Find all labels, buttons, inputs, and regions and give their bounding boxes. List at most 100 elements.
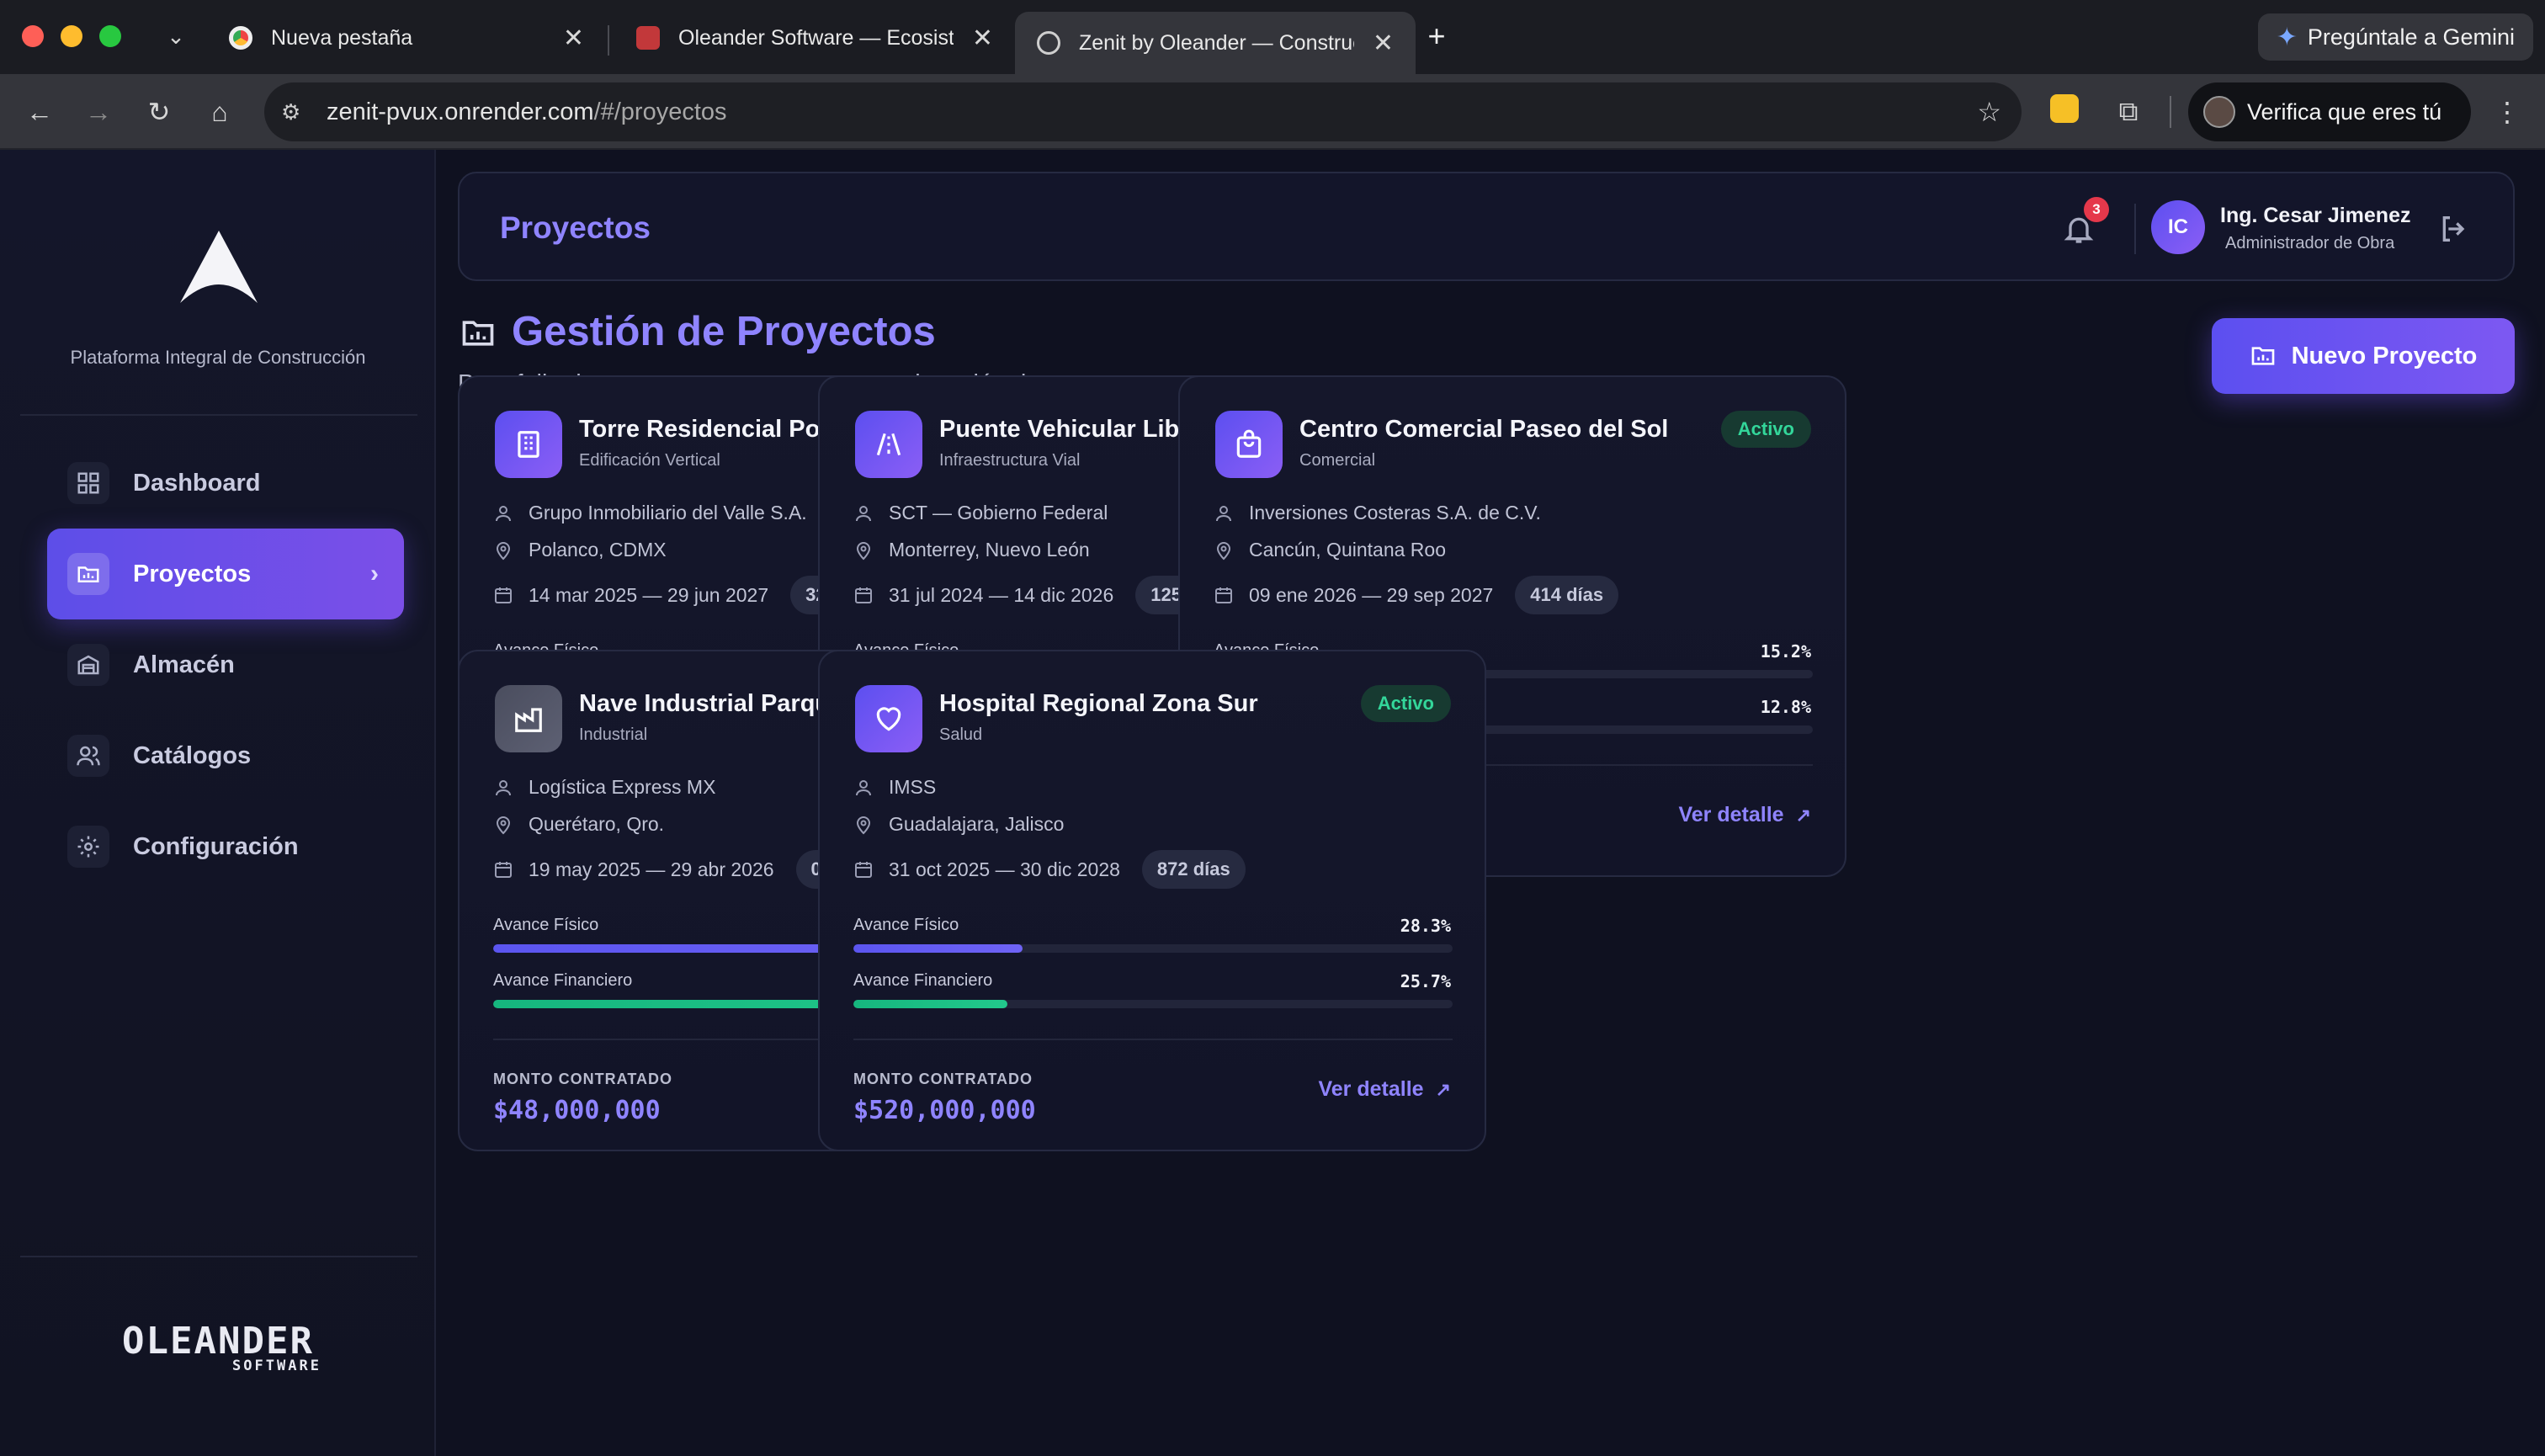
users-icon bbox=[67, 735, 109, 777]
new-tab-plus-icon[interactable]: + bbox=[1417, 17, 1456, 56]
building-icon bbox=[495, 411, 562, 478]
profile-avatar-icon bbox=[2203, 96, 2235, 128]
arrow-up-right-icon: ↗ bbox=[1795, 804, 1811, 826]
project-category: Industrial bbox=[579, 725, 648, 744]
view-detail-link[interactable]: Ver detalle ↗ bbox=[1318, 1077, 1451, 1102]
browser-tab-bar: ⌄ Nueva pestaña ✕ Oleander Software — Ec… bbox=[0, 0, 2545, 74]
browser-tab-new-tab[interactable]: Nueva pestaña ✕ bbox=[207, 12, 606, 64]
sidebar-item-proyectos[interactable]: Proyectos › bbox=[47, 529, 404, 619]
avatar[interactable]: IC bbox=[2151, 200, 2205, 254]
address-bar[interactable]: ⚙ zenit-pvux.onrender.com/#/proyectos ☆ bbox=[264, 82, 2022, 141]
globe-icon bbox=[1037, 31, 1060, 55]
user-icon bbox=[856, 779, 871, 795]
top-header: Proyectos 3 IC Ing. Cesar Jimenez Admini… bbox=[458, 172, 2515, 281]
url-path: /#/proyectos bbox=[593, 98, 727, 125]
home-icon[interactable]: ⌂ bbox=[200, 93, 239, 131]
project-location: Monterrey, Nuevo León bbox=[853, 539, 1090, 561]
close-tab-icon[interactable]: ✕ bbox=[563, 24, 584, 53]
app-root: Plataforma Integral de Construcción Dash… bbox=[0, 150, 2545, 1456]
amount-label: MONTO CONTRATADO bbox=[493, 1071, 672, 1087]
project-client: Grupo Inmobiliario del Valle S.A. bbox=[493, 502, 807, 524]
sidebar-item-almacen[interactable]: Almacén bbox=[47, 619, 404, 710]
maximize-window-button[interactable] bbox=[99, 25, 121, 47]
map-pin-icon bbox=[1216, 541, 1231, 560]
close-tab-icon[interactable]: ✕ bbox=[1373, 29, 1394, 58]
view-detail-link[interactable]: Ver detalle ↗ bbox=[1678, 803, 1811, 827]
project-category: Infraestructura Vial bbox=[939, 451, 1081, 470]
tab-search-chevron-icon[interactable]: ⌄ bbox=[157, 17, 195, 56]
calendar-icon bbox=[855, 862, 872, 878]
financial-progress-bar bbox=[853, 1000, 1453, 1008]
extension-keep-icon[interactable] bbox=[2050, 94, 2079, 123]
financial-progress-label: Avance Financiero bbox=[493, 971, 633, 990]
map-pin-icon bbox=[496, 541, 511, 560]
grid-icon bbox=[67, 462, 109, 504]
user-icon bbox=[856, 505, 871, 521]
browser-tab-oleander[interactable]: Oleander Software — Ecosistema ✕ bbox=[614, 12, 1015, 64]
project-location: Guadalajara, Jalisco bbox=[853, 813, 1064, 836]
project-dates: 31 oct 2025 — 30 dic 2028 872 días bbox=[853, 850, 1246, 889]
chevron-right-icon: › bbox=[370, 560, 379, 587]
close-tab-icon[interactable]: ✕ bbox=[972, 24, 993, 53]
road-icon bbox=[855, 411, 922, 478]
factory-icon bbox=[495, 685, 562, 752]
sidebar-item-configuracion[interactable]: Configuración bbox=[47, 801, 404, 892]
duration-badge: 872 días bbox=[1141, 850, 1246, 889]
amount-value: $48,000,000 bbox=[493, 1096, 661, 1125]
toolbar-divider bbox=[2170, 96, 2171, 128]
project-name: Centro Comercial Paseo del Sol bbox=[1299, 416, 1669, 443]
back-arrow-icon[interactable]: ← bbox=[20, 93, 59, 131]
sidebar-item-catalogos[interactable]: Catálogos bbox=[47, 710, 404, 801]
verify-identity-button[interactable]: Verifica que eres tú bbox=[2188, 82, 2471, 141]
oleander-favicon-icon bbox=[636, 26, 660, 50]
project-location: Polanco, CDMX bbox=[493, 539, 667, 561]
bookmark-star-icon[interactable]: ☆ bbox=[1977, 96, 2001, 128]
tab-divider bbox=[608, 25, 609, 56]
reload-icon[interactable]: ↻ bbox=[140, 93, 178, 131]
map-pin-icon bbox=[496, 816, 511, 834]
physical-progress-bar bbox=[853, 944, 1453, 953]
physical-progress-label: Avance Físico bbox=[493, 916, 599, 934]
forward-arrow-icon[interactable]: → bbox=[79, 93, 118, 131]
user-icon bbox=[1216, 505, 1231, 521]
gemini-sparkle-icon: ✦ bbox=[2276, 23, 2298, 51]
browser-menu-icon[interactable]: ⋮ bbox=[2488, 93, 2526, 131]
chrome-icon bbox=[229, 26, 252, 50]
project-card[interactable]: Hospital Regional Zona Sur Salud Activo … bbox=[818, 650, 1486, 1151]
gear-icon bbox=[67, 826, 109, 868]
project-name: Hospital Regional Zona Sur bbox=[939, 690, 1258, 717]
site-settings-icon[interactable]: ⚙ bbox=[281, 99, 300, 125]
financial-progress-value: 25.7% bbox=[1400, 971, 1451, 991]
project-location: Cancún, Quintana Roo bbox=[1214, 539, 1446, 561]
status-badge: Activo bbox=[1360, 685, 1451, 722]
project-category: Comercial bbox=[1299, 451, 1376, 470]
financial-progress-label: Avance Financiero bbox=[853, 971, 993, 990]
project-location: Querétaro, Qro. bbox=[493, 813, 664, 836]
url-host: zenit-pvux.onrender.com bbox=[327, 98, 594, 125]
card-divider bbox=[853, 1039, 1453, 1040]
folder-plus-icon bbox=[2251, 347, 2274, 365]
logout-icon[interactable] bbox=[2437, 212, 2471, 246]
header-divider bbox=[2134, 204, 2136, 254]
project-category: Edificación Vertical bbox=[579, 451, 720, 470]
sidebar-item-dashboard[interactable]: Dashboard bbox=[47, 438, 404, 529]
new-project-button[interactable]: Nuevo Proyecto bbox=[2212, 318, 2515, 394]
minimize-window-button[interactable] bbox=[61, 25, 82, 47]
amount-label: MONTO CONTRATADO bbox=[853, 1071, 1033, 1087]
extensions-puzzle-icon[interactable]: ⧉ bbox=[2109, 93, 2148, 131]
physical-progress-label: Avance Físico bbox=[853, 916, 959, 934]
calendar-icon bbox=[495, 862, 512, 878]
user-role: Administrador de Obra bbox=[2225, 234, 2395, 252]
project-client: Inversiones Costeras S.A. de C.V. bbox=[1214, 502, 1541, 524]
map-pin-icon bbox=[856, 816, 871, 834]
gemini-button[interactable]: ✦ Pregúntale a Gemini bbox=[2257, 13, 2533, 61]
amount-value: $520,000,000 bbox=[853, 1096, 1036, 1125]
folder-chart-icon bbox=[67, 553, 109, 595]
close-window-button[interactable] bbox=[22, 25, 44, 47]
project-dates: 09 ene 2026 — 29 sep 2027 414 días bbox=[1214, 576, 1619, 614]
browser-tab-zenit[interactable]: Zenit by Oleander — Construcción ✕ bbox=[1015, 12, 1416, 74]
physical-progress-fill bbox=[853, 944, 1023, 953]
map-pin-icon bbox=[856, 541, 871, 560]
duration-badge: 414 días bbox=[1515, 576, 1619, 614]
project-category: Salud bbox=[939, 725, 983, 744]
